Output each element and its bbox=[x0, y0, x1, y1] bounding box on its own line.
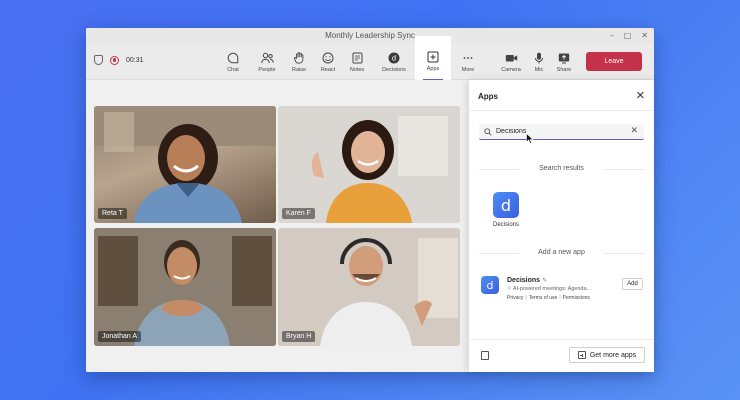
chat-label: Chat bbox=[227, 67, 239, 73]
meeting-status: 00:31 bbox=[94, 55, 144, 65]
people-icon bbox=[260, 51, 274, 64]
chat-icon bbox=[227, 51, 240, 64]
share-label: Share bbox=[556, 67, 572, 73]
camera-icon bbox=[505, 51, 518, 64]
participant-video bbox=[278, 228, 460, 346]
participant-tile[interactable]: Bryan H bbox=[278, 228, 460, 346]
more-button[interactable]: More bbox=[453, 44, 483, 80]
react-label: React bbox=[320, 67, 336, 73]
minimize-button[interactable]: – bbox=[610, 28, 614, 44]
participant-name: Jonathan A bbox=[98, 331, 142, 342]
permissions-link[interactable]: Permissions bbox=[563, 295, 590, 301]
search-results-label: Search results bbox=[469, 165, 654, 172]
decisions-app-icon: d bbox=[493, 192, 519, 218]
camera-button[interactable]: Camera bbox=[496, 44, 526, 80]
search-icon bbox=[484, 123, 492, 141]
participant-video bbox=[94, 106, 276, 223]
leave-button[interactable]: Leave bbox=[586, 52, 642, 71]
participant-tile[interactable]: Karen F bbox=[278, 106, 460, 223]
raise-hand-icon bbox=[293, 51, 306, 64]
search-result-app[interactable]: d Decisions bbox=[489, 192, 523, 228]
add-square-icon bbox=[577, 351, 586, 359]
window-controls: – □ ✕ bbox=[610, 28, 648, 44]
chat-button[interactable]: Chat bbox=[218, 44, 248, 80]
meeting-timer: 00:31 bbox=[126, 56, 144, 64]
notes-button[interactable]: Notes bbox=[342, 44, 372, 80]
share-icon bbox=[558, 51, 571, 64]
decisions-icon: d bbox=[388, 51, 401, 64]
mic-icon bbox=[533, 51, 546, 64]
decisions-label: Decisions bbox=[382, 67, 406, 73]
apps-label: Apps bbox=[426, 66, 440, 72]
notes-icon bbox=[351, 51, 364, 64]
decisions-button[interactable]: d Decisions bbox=[379, 44, 409, 80]
search-result-name: Decisions bbox=[492, 222, 519, 228]
divider bbox=[469, 339, 654, 340]
add-app-button[interactable]: Add bbox=[622, 278, 643, 290]
react-icon bbox=[322, 51, 335, 64]
cursor-icon bbox=[526, 131, 534, 149]
verified-icon: ✎ bbox=[542, 278, 548, 284]
recording-icon bbox=[110, 55, 119, 65]
maximize-button[interactable]: □ bbox=[624, 28, 632, 44]
participant-tile[interactable]: Jonathan A bbox=[94, 228, 276, 346]
new-app-description-text: AI-powered meetings: Agenda... bbox=[512, 286, 592, 292]
svg-text:d: d bbox=[392, 54, 396, 62]
apps-panel: Apps ✕ ✕ Search results d Decisions Add … bbox=[469, 80, 654, 372]
new-app-title: Decisions bbox=[507, 277, 541, 284]
get-more-apps-button[interactable]: Get more apps bbox=[569, 347, 645, 363]
search-input[interactable] bbox=[496, 128, 626, 135]
raise-hand-button[interactable]: Raise bbox=[284, 44, 314, 80]
new-app-description: ✧ AI-powered meetings: Agenda... bbox=[507, 286, 591, 292]
add-new-app-label: Add a new app bbox=[469, 249, 654, 256]
apps-button[interactable]: Apps bbox=[415, 36, 451, 86]
shield-icon bbox=[94, 55, 103, 65]
new-app-name: Decisions ✎ bbox=[507, 277, 547, 284]
get-more-apps-label: Get more apps bbox=[589, 351, 637, 359]
close-window-button[interactable]: ✕ bbox=[641, 28, 648, 44]
apps-panel-title: Apps bbox=[478, 92, 498, 101]
participant-name: Bryan H bbox=[282, 331, 316, 342]
mic-label: Mic bbox=[534, 67, 544, 73]
participant-tile[interactable]: Reta T bbox=[94, 106, 276, 223]
more-label: More bbox=[461, 67, 475, 73]
more-icon bbox=[462, 51, 475, 64]
new-app-links: Privacy | Terms of use | Permissions bbox=[507, 295, 590, 301]
new-app-row: d Decisions ✎ ✧ AI-powered meetings: Agen… bbox=[481, 276, 645, 308]
raise-label: Raise bbox=[291, 67, 307, 73]
title-bar: Monthly Leadership Sync – □ ✕ bbox=[86, 28, 654, 44]
share-button[interactable]: Share bbox=[549, 44, 579, 80]
camera-label: Camera bbox=[501, 67, 521, 73]
search-box[interactable]: ✕ bbox=[479, 124, 644, 140]
participant-name: Karen F bbox=[282, 208, 315, 219]
divider bbox=[469, 110, 654, 111]
clear-search-icon[interactable]: ✕ bbox=[630, 126, 638, 136]
people-label: People bbox=[258, 67, 276, 73]
participant-video bbox=[278, 106, 460, 223]
terms-link[interactable]: Terms of use bbox=[529, 295, 558, 301]
link-separator: | bbox=[525, 295, 527, 301]
link-separator: | bbox=[559, 295, 561, 301]
close-icon[interactable]: ✕ bbox=[636, 89, 645, 102]
privacy-link[interactable]: Privacy bbox=[507, 295, 523, 301]
decisions-app-icon: d bbox=[481, 276, 499, 294]
manage-apps-icon[interactable] bbox=[481, 351, 489, 360]
participant-video bbox=[94, 228, 276, 346]
react-button[interactable]: React bbox=[313, 44, 343, 80]
apps-icon bbox=[427, 50, 440, 63]
people-button[interactable]: People bbox=[252, 44, 282, 80]
window-title: Monthly Leadership Sync bbox=[325, 31, 415, 40]
meeting-toolbar: 00:31 Chat People Raise React Notes d De… bbox=[86, 36, 654, 86]
notes-label: Notes bbox=[349, 67, 365, 73]
participant-name: Reta T bbox=[98, 208, 127, 219]
video-grid: Reta T Karen F Jonathan A Bryan H bbox=[86, 80, 470, 372]
